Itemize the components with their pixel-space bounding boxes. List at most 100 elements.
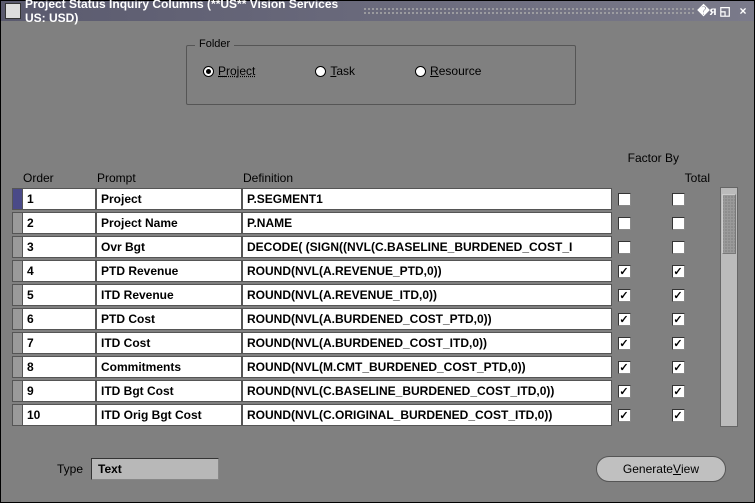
table-row: 4PTD RevenueROUND(NVL(A.REVENUE_PTD,0)): [12, 259, 714, 283]
table-row: 8CommitmentsROUND(NVL(M.CMT_BURDENED_COS…: [12, 355, 714, 379]
type-label: Type: [57, 462, 83, 476]
prompt-cell[interactable]: ITD Cost: [96, 332, 242, 354]
prompt-cell[interactable]: Project: [96, 188, 242, 210]
factor-by-checkbox[interactable]: [618, 217, 631, 230]
order-cell[interactable]: 9: [22, 380, 96, 402]
row-handle[interactable]: [12, 404, 22, 426]
total-checkbox[interactable]: [672, 289, 685, 302]
total-checkbox[interactable]: [672, 313, 685, 326]
prompt-cell[interactable]: Commitments: [96, 356, 242, 378]
header-order: Order: [23, 171, 97, 185]
total-checkbox[interactable]: [672, 337, 685, 350]
radio-label-project: Project: [218, 64, 255, 78]
factor-by-checkbox[interactable]: [618, 361, 631, 374]
prompt-cell[interactable]: ITD Revenue: [96, 284, 242, 306]
table-row: 7ITD CostROUND(NVL(A.BURDENED_COST_ITD,0…: [12, 331, 714, 355]
generate-view-button[interactable]: Generate View: [596, 456, 726, 482]
total-checkbox[interactable]: [672, 409, 685, 422]
table-row: 6PTD CostROUND(NVL(A.BURDENED_COST_PTD,0…: [12, 307, 714, 331]
type-field[interactable]: Text: [91, 458, 219, 480]
factor-by-checkbox[interactable]: [618, 193, 631, 206]
row-handle[interactable]: [12, 356, 22, 378]
scroll-thumb[interactable]: [722, 194, 736, 254]
minimize-icon[interactable]: �я: [700, 4, 714, 18]
definition-cell[interactable]: P.NAME: [242, 212, 612, 234]
table-row: 5ITD RevenueROUND(NVL(A.REVENUE_ITD,0)): [12, 283, 714, 307]
definition-cell[interactable]: ROUND(NVL(A.BURDENED_COST_ITD,0)): [242, 332, 612, 354]
row-handle[interactable]: [12, 308, 22, 330]
definition-cell[interactable]: DECODE( (SIGN((NVL(C.BASELINE_BURDENED_C…: [242, 236, 612, 258]
table-row: 3Ovr BgtDECODE( (SIGN((NVL(C.BASELINE_BU…: [12, 235, 714, 259]
header-total: Total: [685, 171, 710, 185]
order-cell[interactable]: 8: [22, 356, 96, 378]
row-handle[interactable]: [12, 188, 22, 210]
total-checkbox[interactable]: [672, 361, 685, 374]
definition-cell[interactable]: ROUND(NVL(A.BURDENED_COST_PTD,0)): [242, 308, 612, 330]
total-checkbox[interactable]: [672, 265, 685, 278]
bottom-bar: Type Text Generate View: [1, 452, 754, 486]
header-prompt: Prompt: [97, 171, 243, 185]
radio-label-resource: Resource: [430, 64, 481, 78]
definition-cell[interactable]: P.SEGMENT1: [242, 188, 612, 210]
content-area: Folder Project Task Resource Factor By T…: [1, 21, 754, 502]
prompt-cell[interactable]: Project Name: [96, 212, 242, 234]
restore-icon[interactable]: ◱: [718, 4, 732, 18]
radio-label-task: Task: [330, 64, 355, 78]
order-cell[interactable]: 7: [22, 332, 96, 354]
order-cell[interactable]: 1: [22, 188, 96, 210]
factor-by-checkbox[interactable]: [618, 409, 631, 422]
table-row: 10ITD Orig Bgt CostROUND(NVL(C.ORIGINAL_…: [12, 403, 714, 427]
total-checkbox[interactable]: [672, 193, 685, 206]
order-cell[interactable]: 4: [22, 260, 96, 282]
row-handle[interactable]: [12, 260, 22, 282]
total-checkbox[interactable]: [672, 385, 685, 398]
order-cell[interactable]: 10: [22, 404, 96, 426]
table-row: 2Project NameP.NAME: [12, 211, 714, 235]
radio-circle-icon: [315, 66, 326, 77]
factor-by-checkbox[interactable]: [618, 385, 631, 398]
header-factor-by: Factor By: [628, 151, 679, 165]
definition-cell[interactable]: ROUND(NVL(A.REVENUE_PTD,0)): [242, 260, 612, 282]
radio-circle-icon: [203, 66, 214, 77]
order-cell[interactable]: 5: [22, 284, 96, 306]
definition-cell[interactable]: ROUND(NVL(M.CMT_BURDENED_COST_PTD,0)): [242, 356, 612, 378]
column-headers: Order Prompt Definition: [23, 171, 623, 185]
factor-by-checkbox[interactable]: [618, 265, 631, 278]
row-handle[interactable]: [12, 284, 22, 306]
definition-cell[interactable]: ROUND(NVL(C.BASELINE_BURDENED_COST_ITD,0…: [242, 380, 612, 402]
header-definition: Definition: [243, 171, 623, 185]
factor-by-checkbox[interactable]: [618, 337, 631, 350]
close-icon[interactable]: ×: [736, 4, 750, 18]
prompt-cell[interactable]: ITD Bgt Cost: [96, 380, 242, 402]
factor-by-checkbox[interactable]: [618, 313, 631, 326]
prompt-cell[interactable]: ITD Orig Bgt Cost: [96, 404, 242, 426]
prompt-cell[interactable]: Ovr Bgt: [96, 236, 242, 258]
radio-circle-icon: [415, 66, 426, 77]
order-cell[interactable]: 2: [22, 212, 96, 234]
total-checkbox[interactable]: [672, 241, 685, 254]
radio-resource[interactable]: Resource: [415, 64, 481, 78]
definition-cell[interactable]: ROUND(NVL(A.REVENUE_ITD,0)): [242, 284, 612, 306]
radio-task[interactable]: Task: [315, 64, 355, 78]
vertical-scrollbar[interactable]: [720, 187, 738, 427]
factor-by-checkbox[interactable]: [618, 241, 631, 254]
window-frame: Project Status Inquiry Columns (**US** V…: [0, 0, 755, 503]
order-cell[interactable]: 3: [22, 236, 96, 258]
prompt-cell[interactable]: PTD Cost: [96, 308, 242, 330]
definition-cell[interactable]: ROUND(NVL(C.ORIGINAL_BURDENED_COST_ITD,0…: [242, 404, 612, 426]
radio-project[interactable]: Project: [203, 64, 255, 78]
total-checkbox[interactable]: [672, 217, 685, 230]
folder-legend: Folder: [195, 38, 234, 50]
order-cell[interactable]: 6: [22, 308, 96, 330]
row-handle[interactable]: [12, 212, 22, 234]
row-handle[interactable]: [12, 380, 22, 402]
table-row: 9ITD Bgt CostROUND(NVL(C.BASELINE_BURDEN…: [12, 379, 714, 403]
data-grid: 1ProjectP.SEGMENT12Project NameP.NAME3Ov…: [12, 187, 714, 427]
folder-group: Folder Project Task Resource: [186, 45, 576, 105]
row-handle[interactable]: [12, 236, 22, 258]
prompt-cell[interactable]: PTD Revenue: [96, 260, 242, 282]
factor-by-checkbox[interactable]: [618, 289, 631, 302]
row-handle[interactable]: [12, 332, 22, 354]
app-icon: [5, 3, 21, 19]
titlebar-decor: [363, 7, 695, 15]
